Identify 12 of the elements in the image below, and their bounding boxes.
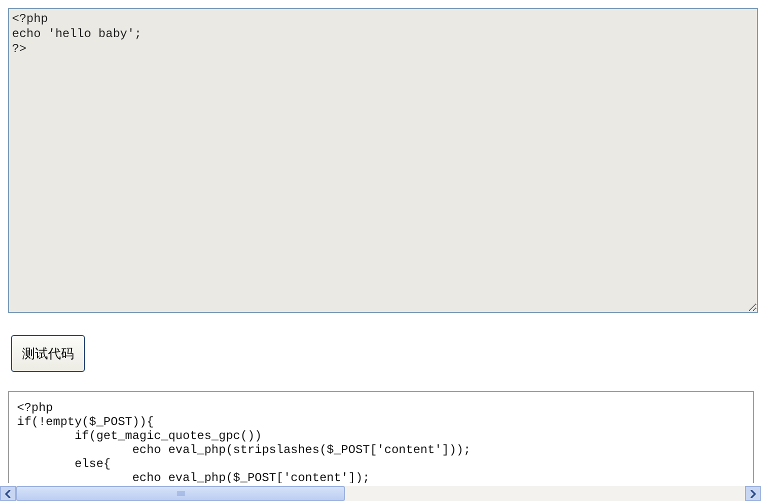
scroll-left-button[interactable] — [0, 486, 16, 501]
code-line: if(!empty($_POST)){ — [17, 415, 155, 429]
code-line: if(get_magic_quotes_gpc()) — [74, 429, 263, 443]
code-line: echo eval_php(stripslashes($_POST['content'])); — [131, 443, 472, 457]
code-editor-field[interactable]: <?php echo 'hello baby'; ?> — [8, 8, 758, 313]
test-code-button[interactable]: 测试代码 — [11, 335, 85, 372]
scrollbar-thumb[interactable] — [16, 486, 345, 501]
horizontal-scrollbar[interactable] — [0, 486, 761, 501]
code-line: <?php — [17, 401, 54, 415]
code-line: else{ — [74, 457, 112, 471]
grip-icon — [176, 491, 184, 496]
scroll-right-button[interactable] — [745, 486, 761, 501]
